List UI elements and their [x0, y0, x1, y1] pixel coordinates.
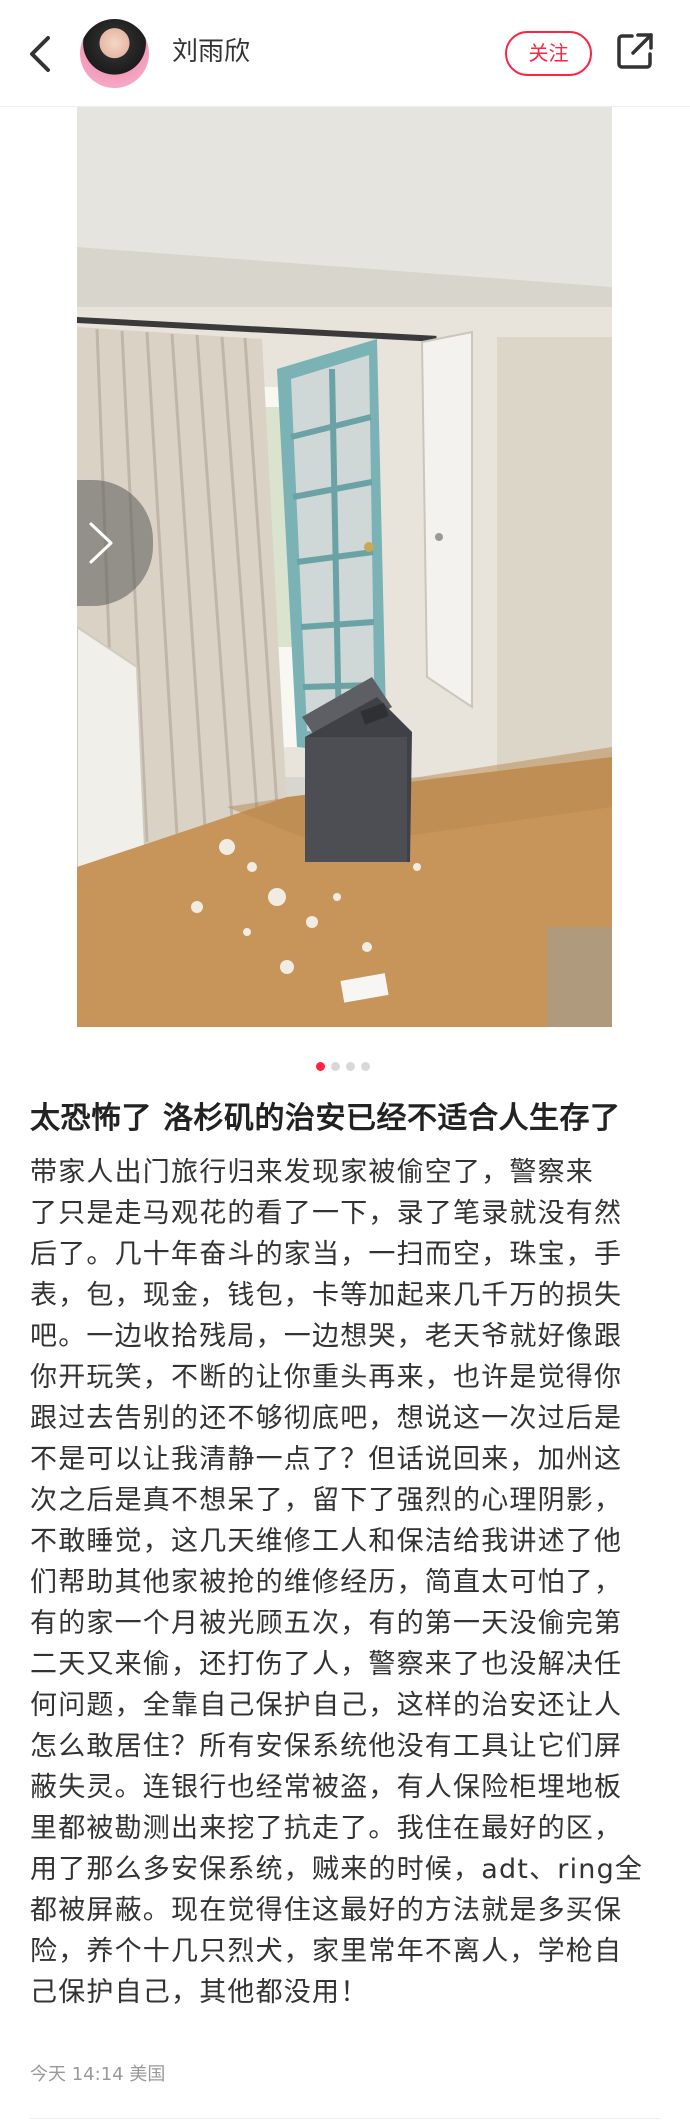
post-body-line: 怎么敢居住？所有安保系统他没有工具让它们屏: [30, 1731, 623, 1762]
post-body-line: 有的家一个月被光顾五次，有的第一天没偷完第: [30, 1608, 623, 1639]
post-body-line: 吧。一边收拾残局，一边想哭，老天爷就好像跟: [30, 1321, 623, 1352]
post-body-line: 用了那么多安保系统，贼来的时候，adt、ring全: [30, 1854, 644, 1885]
post-body-line: 不是可以让我清静一点了？但话说回来，加州这: [30, 1444, 623, 1475]
carousel-dot: [331, 1062, 340, 1071]
chevron-right-icon: [89, 522, 113, 564]
chevron-left-icon: [30, 36, 50, 72]
post-body-line: 后了。几十年奋斗的家当，一扫而空，珠宝，手: [30, 1239, 623, 1270]
post-body-line: 次之后是真不想呆了，留下了强烈的心理阴影，: [30, 1485, 623, 1516]
divider: [30, 2118, 660, 2119]
carousel-dot: [361, 1062, 370, 1071]
post-meta: 今天 14:14 美国: [30, 2064, 166, 2085]
post-body-line: 何问题，全靠自己保护自己，这样的治安还让人: [30, 1690, 623, 1721]
author-name[interactable]: 刘雨欣: [172, 34, 250, 70]
carousel-dot: [346, 1062, 355, 1071]
post-body-line: 己保护自己，其他都没用！: [30, 1977, 369, 2008]
post-body-line: 蔽失灵。连银行也经常被盗，有人保险柜埋地板: [30, 1772, 623, 1803]
share-button[interactable]: [614, 30, 656, 72]
post-title: 太恐怖了 洛杉矶的治安已经不适合人生存了: [30, 1101, 621, 1136]
carousel-prev-button[interactable]: [77, 480, 153, 606]
author-avatar[interactable]: [80, 19, 149, 88]
post-body-line: 表，包，现金，钱包，卡等加起来几千万的损失: [30, 1280, 623, 1311]
post-body-line: 不敢睡觉，这几天维修工人和保洁给我讲述了他: [30, 1526, 623, 1557]
post-body-line: 里都被勘测出来挖了抗走了。我住在最好的区，: [30, 1813, 623, 1844]
post-body-line: 跟过去告别的还不够彻底吧，想说这一次过后是: [30, 1403, 623, 1434]
carousel-indicator: [316, 1062, 376, 1072]
post-body-line: 带家人出门旅行归来发现家被偷空了，警察来: [30, 1157, 594, 1188]
back-button[interactable]: [22, 30, 62, 78]
post-detail-page: 刘雨欣 关注 太恐怖了 洛杉矶的治安已经不适合人生存了 带家人出门旅行归来发现家…: [0, 0, 690, 2125]
post-body-line: 们帮助其他家被抢的维修经历，简直太可怕了，: [30, 1567, 623, 1598]
post-body-line: 了只是走马观花的看了一下，录了笔录就没有然: [30, 1198, 623, 1229]
post-body: 带家人出门旅行归来发现家被偷空了，警察来 了只是走马观花的看了一下，录了笔录就没…: [30, 1152, 670, 2013]
post-body-line: 都被屏蔽。现在觉得住这最好的方法就是多买保: [30, 1895, 623, 1926]
post-body-line: 你开玩笑，不断的让你重头再来，也许是觉得你: [30, 1362, 623, 1393]
post-image[interactable]: [77, 107, 612, 1027]
follow-button[interactable]: 关注: [505, 31, 592, 76]
burglary-room-photo: [77, 107, 612, 1027]
carousel-dot-active: [316, 1062, 325, 1071]
post-body-line: 二天又来偷，还打伤了人，警察来了也没解决任: [30, 1649, 623, 1680]
top-bar: 刘雨欣 关注: [0, 0, 690, 107]
post-body-line: 险，养个十几只烈犬，家里常年不离人，学枪自: [30, 1936, 623, 1967]
share-icon: [617, 33, 653, 69]
